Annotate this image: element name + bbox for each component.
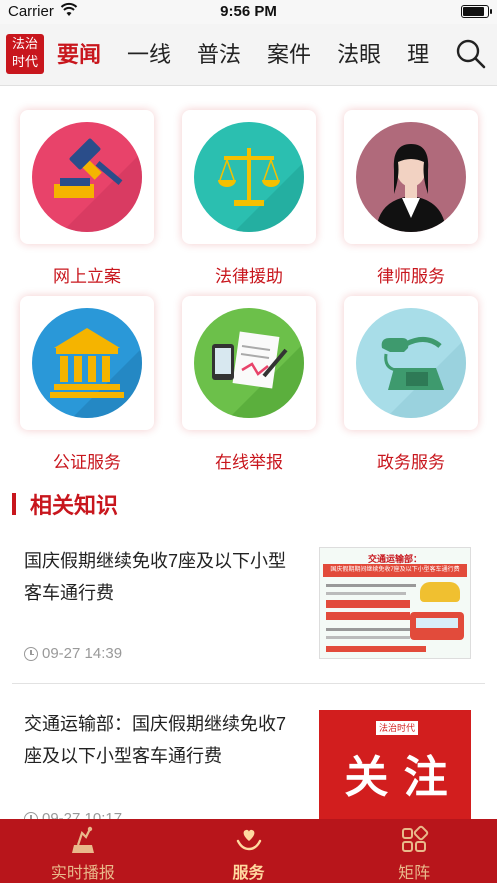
courthouse-icon xyxy=(32,308,142,418)
service-card[interactable] xyxy=(20,296,154,430)
lawyer-icon xyxy=(356,122,466,232)
service-label: 在线举报 xyxy=(215,453,283,472)
nav-tab-anjian[interactable]: 案件 xyxy=(267,24,311,85)
thumb-brand: 法治时代 xyxy=(376,721,418,735)
service-label: 法律援助 xyxy=(215,267,283,286)
article-thumbnail[interactable]: 交通运输部： 国庆假期期间继续免收7座及以下小型客车通行费 xyxy=(319,547,471,659)
status-bar: Carrier 9:56 PM xyxy=(0,0,497,24)
service-card[interactable] xyxy=(182,296,316,430)
service-card[interactable] xyxy=(182,110,316,244)
bottom-tab-bar: 实时播报 服务 矩阵 xyxy=(0,819,497,883)
gavel-icon xyxy=(32,122,142,232)
service-label: 网上立案 xyxy=(53,267,121,286)
telephone-icon xyxy=(356,308,466,418)
article-title[interactable]: 国庆假期继续免收7座及以下小型客车通行费 xyxy=(24,545,296,609)
clock-time: 9:56 PM xyxy=(220,3,277,20)
section-title: 相关知识 xyxy=(30,493,119,518)
article-thumbnail[interactable]: 法治时代 关 注 xyxy=(319,710,471,820)
divider xyxy=(12,683,485,684)
top-nav-bar: 法治 时代 要闻 一线 普法 案件 法眼 理 xyxy=(0,24,497,86)
section-accent-bar xyxy=(12,493,16,515)
nav-tabs: 要闻 一线 普法 案件 法眼 理 xyxy=(57,24,455,85)
heart-hand-icon xyxy=(236,829,261,851)
report-icon xyxy=(194,308,304,418)
clock-icon xyxy=(24,646,38,661)
search-button[interactable] xyxy=(451,34,491,74)
thumb-subheading: 国庆假期期间继续免收7座及以下小型客车通行费 xyxy=(323,564,467,577)
nav-tab-fayan[interactable]: 法眼 xyxy=(337,24,381,85)
article-time-text: 09-27 14:39 xyxy=(42,645,123,662)
article-title[interactable]: 交通运输部：国庆假期继续免收7座及以下小型客车通行费 xyxy=(24,708,296,772)
service-card[interactable] xyxy=(20,110,154,244)
nav-tab-li[interactable]: 理 xyxy=(407,24,429,85)
service-government[interactable]: 政务服务 xyxy=(344,296,478,473)
car-icon xyxy=(420,582,460,602)
tab-live-broadcast[interactable]: 实时播报 xyxy=(0,819,166,883)
tab-label: 实时播报 xyxy=(50,865,115,882)
tab-services[interactable]: 服务 xyxy=(166,819,332,883)
logo-text: 法治 时代 xyxy=(11,37,38,70)
article-item[interactable]: 国庆假期继续免收7座及以下小型客车通行费 09-27 14:39 交通运输部： … xyxy=(0,545,497,695)
broadcast-icon xyxy=(71,826,94,853)
search-icon xyxy=(456,39,486,69)
article-time: 09-27 14:39 xyxy=(24,645,122,662)
service-label: 律师服务 xyxy=(377,267,445,286)
service-online-filing[interactable]: 网上立案 xyxy=(20,110,154,287)
nav-tab-yixian[interactable]: 一线 xyxy=(127,24,171,85)
scales-icon xyxy=(194,122,304,232)
service-report[interactable]: 在线举报 xyxy=(182,296,316,473)
service-card[interactable] xyxy=(344,296,478,430)
app-logo[interactable]: 法治 时代 xyxy=(6,34,44,74)
service-legal-aid[interactable]: 法律援助 xyxy=(182,110,316,287)
service-lawyer[interactable]: 律师服务 xyxy=(344,110,478,287)
matrix-icon xyxy=(402,825,429,852)
section-header: 相关知识 xyxy=(12,488,118,520)
tab-label: 矩阵 xyxy=(398,865,431,882)
service-label: 公证服务 xyxy=(53,453,121,472)
thumb-heading: 关 注 xyxy=(344,752,448,803)
tab-label: 服务 xyxy=(232,865,265,882)
service-card[interactable] xyxy=(344,110,478,244)
service-label: 政务服务 xyxy=(377,453,445,472)
battery-icon xyxy=(461,5,492,18)
nav-tab-pufa[interactable]: 普法 xyxy=(197,24,241,85)
nav-tab-yaowen[interactable]: 要闻 xyxy=(57,24,101,85)
tab-matrix[interactable]: 矩阵 xyxy=(331,819,497,883)
service-notary[interactable]: 公证服务 xyxy=(20,296,154,473)
